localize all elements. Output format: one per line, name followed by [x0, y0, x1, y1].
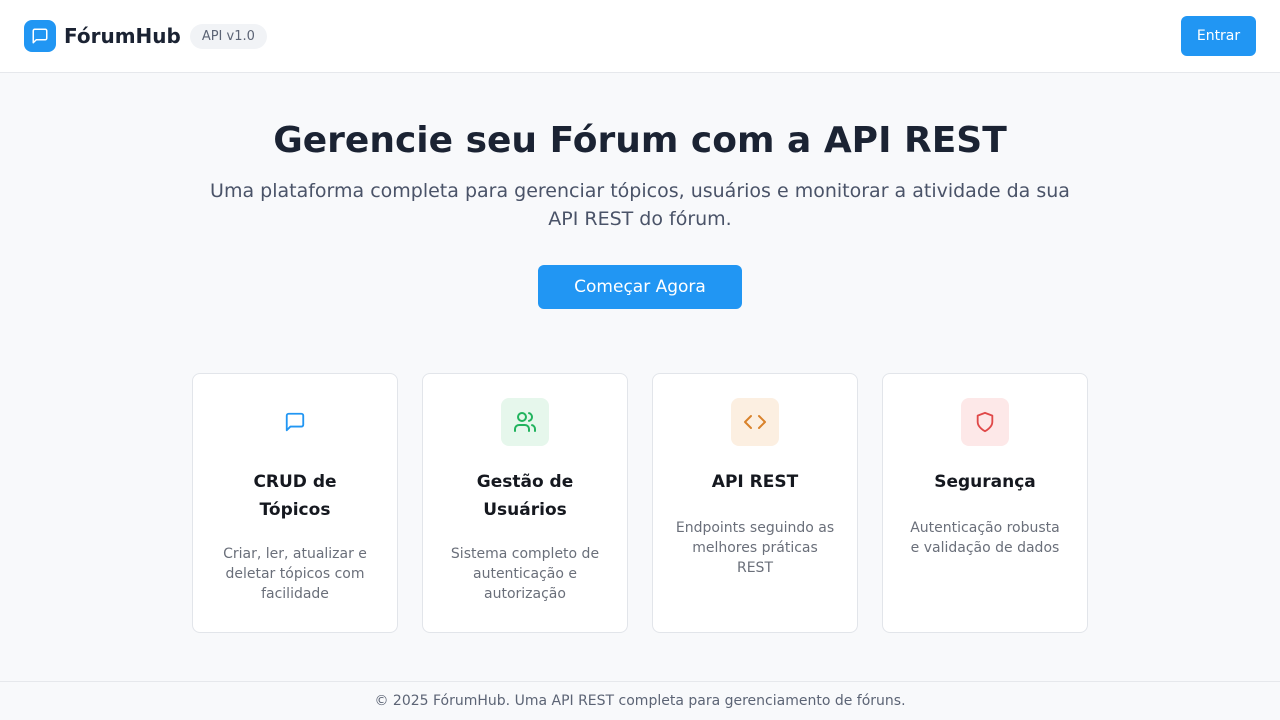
- feature-description: Endpoints seguindo as melhores práticas …: [675, 520, 835, 576]
- feature-description: Sistema completo de autenticação e autor…: [450, 546, 600, 602]
- feature-title: API REST: [711, 472, 799, 492]
- shield-icon: [961, 398, 1009, 446]
- hero-section: Gerencie seu Fórum com a API REST Uma pl…: [0, 119, 1280, 309]
- hero-subtitle: Uma plataforma completa para gerenciar t…: [210, 180, 1070, 230]
- feature-card-crud-topics: CRUD de Tópicos Criar, ler, atualizar e …: [192, 373, 398, 633]
- code-icon: [731, 398, 779, 446]
- chat-bubble-icon: [271, 398, 319, 446]
- chat-bubble-icon: [24, 20, 56, 52]
- brand[interactable]: FórumHub API v1.0: [24, 20, 267, 52]
- api-version-badge: API v1.0: [189, 23, 267, 49]
- feature-title: Segurança: [934, 472, 1036, 492]
- hero-title: Gerencie seu Fórum com a API REST: [273, 120, 1007, 161]
- feature-title: Gestão de Usuários: [476, 472, 574, 520]
- feature-description: Autenticação robusta e validação de dado…: [910, 520, 1060, 556]
- top-header: FórumHub API v1.0 Entrar: [0, 0, 1280, 73]
- feature-title: CRUD de Tópicos: [253, 472, 337, 520]
- login-button[interactable]: Entrar: [1181, 16, 1256, 56]
- brand-name: FórumHub: [64, 24, 181, 48]
- feature-card-security: Segurança Autenticação robusta e validaç…: [882, 373, 1088, 633]
- feature-card-user-management: Gestão de Usuários Sistema completo de a…: [422, 373, 628, 633]
- footer-text: © 2025 FórumHub. Uma API REST completa p…: [374, 693, 906, 709]
- features-grid: CRUD de Tópicos Criar, ler, atualizar e …: [192, 373, 1088, 633]
- feature-card-api-rest: API REST Endpoints seguindo as melhores …: [652, 373, 858, 633]
- footer: © 2025 FórumHub. Uma API REST completa p…: [0, 681, 1280, 720]
- users-icon: [501, 398, 549, 446]
- feature-description: Criar, ler, atualizar e deletar tópicos …: [223, 546, 367, 602]
- get-started-button[interactable]: Começar Agora: [538, 265, 742, 309]
